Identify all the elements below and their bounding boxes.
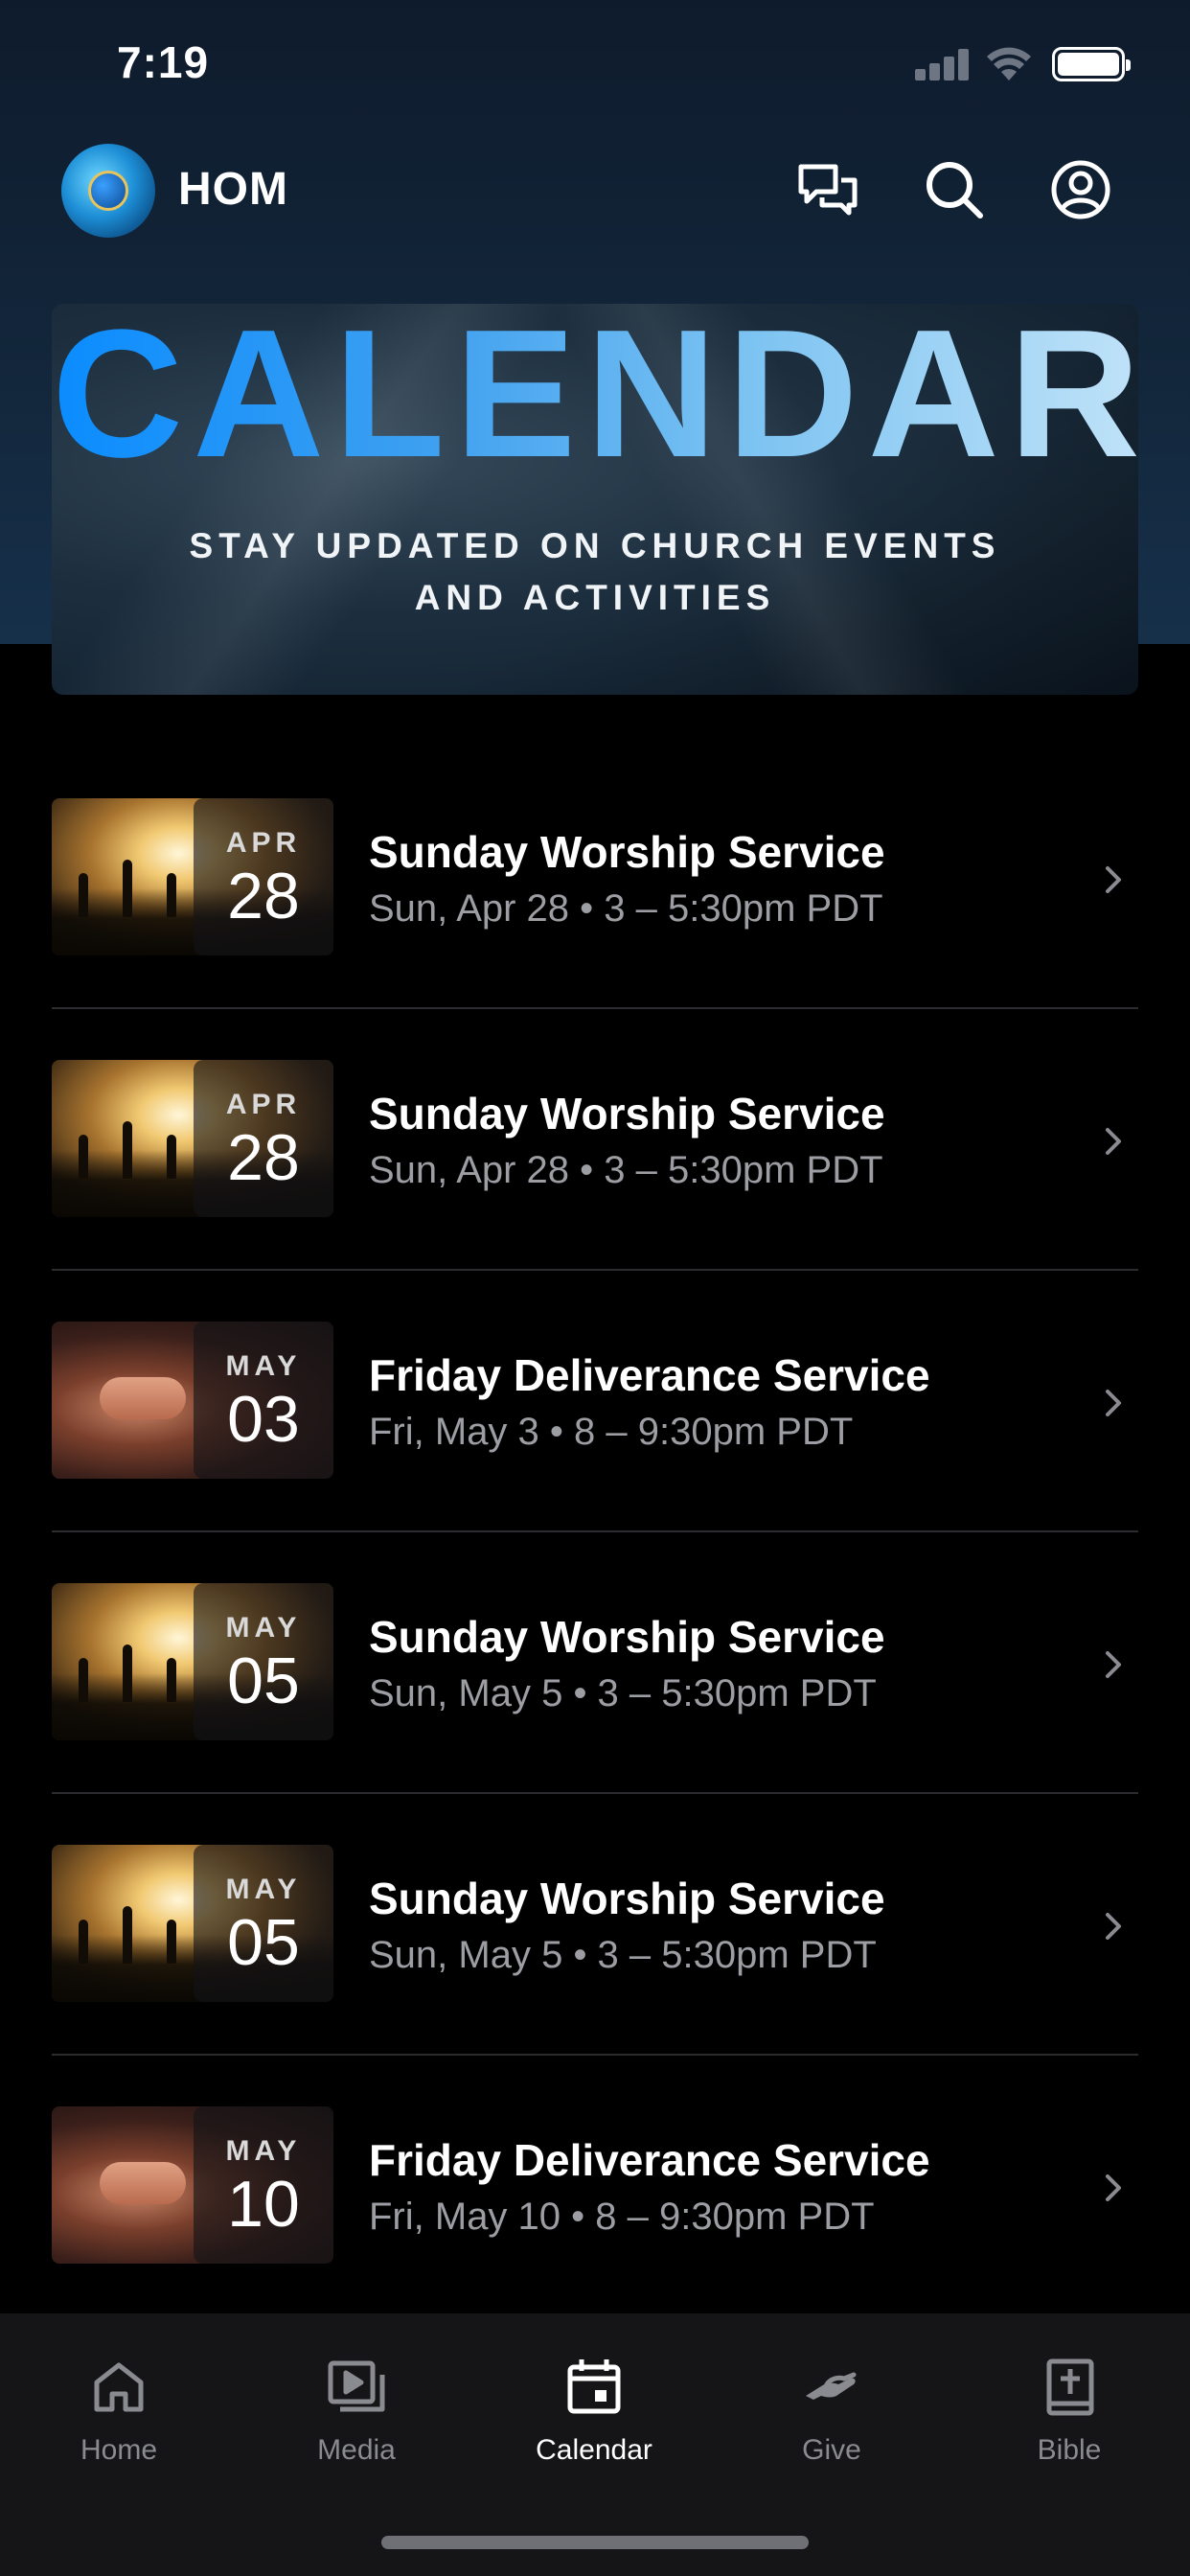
banner-subtitle: STAY UPDATED ON CHURCH EVENTS AND ACTIVI… — [52, 520, 1138, 624]
date-badge: APR 28 — [194, 798, 333, 955]
event-row[interactable]: MAY 05 Sunday Worship Service Sun, May 5… — [52, 1794, 1138, 2056]
app-header: HOM — [0, 134, 1190, 249]
tab-bible[interactable]: Bible — [973, 2356, 1165, 2499]
tab-label: Bible — [1037, 2434, 1102, 2466]
date-day: 10 — [227, 2168, 300, 2241]
event-thumbnail: MAY 10 — [52, 2106, 333, 2264]
chevron-right-icon — [1106, 1913, 1121, 1940]
profile-icon[interactable] — [1044, 153, 1117, 226]
event-row[interactable]: MAY 03 Friday Deliverance Service Fri, M… — [52, 1271, 1138, 1532]
tab-calendar[interactable]: Calendar — [498, 2356, 690, 2499]
chat-icon[interactable] — [791, 153, 864, 226]
event-title: Sunday Worship Service — [369, 1612, 885, 1662]
event-thumbnail: APR 28 — [52, 1060, 333, 1217]
event-row[interactable]: APR 28 Sunday Worship Service Sun, Apr 2… — [52, 1009, 1138, 1271]
event-row[interactable]: APR 28 Sunday Worship Service Sun, Apr 2… — [52, 748, 1138, 1009]
tab-label: Give — [802, 2434, 861, 2466]
tab-home[interactable]: Home — [23, 2356, 215, 2499]
app-name: HOM — [178, 164, 288, 215]
banner-subtitle-line1: STAY UPDATED ON CHURCH EVENTS — [189, 526, 1001, 565]
battery-icon — [1052, 47, 1131, 81]
calendar-icon — [567, 2359, 621, 2414]
date-badge: MAY 05 — [194, 1845, 333, 2002]
tab-label: Calendar — [536, 2434, 652, 2466]
date-day: 28 — [227, 1121, 300, 1194]
event-title: Friday Deliverance Service — [369, 2135, 930, 2185]
event-title: Friday Deliverance Service — [369, 1350, 930, 1400]
home-indicator — [381, 2536, 809, 2549]
event-list: APR 28 Sunday Worship Service Sun, Apr 2… — [52, 748, 1138, 2317]
event-datetime: Sun, Apr 28 • 3 – 5:30pm PDT — [369, 887, 883, 930]
status-time: 7:19 — [117, 37, 210, 87]
event-title: Sunday Worship Service — [369, 827, 885, 877]
status-bar: 7:19 — [0, 0, 1190, 134]
date-badge: MAY 03 — [194, 1322, 333, 1479]
date-month: MAY — [225, 1874, 302, 1905]
date-badge: APR 28 — [194, 1060, 333, 1217]
date-day: 05 — [227, 1644, 300, 1717]
tab-media[interactable]: Media — [261, 2356, 452, 2499]
bible-icon — [1046, 2358, 1094, 2416]
event-thumbnail: MAY 05 — [52, 1845, 333, 2002]
wifi-icon — [987, 47, 1031, 80]
chevron-right-icon — [1106, 1390, 1121, 1416]
event-title: Sunday Worship Service — [369, 1874, 885, 1923]
date-month: MAY — [225, 2135, 302, 2167]
date-day: 03 — [227, 1383, 300, 1456]
tab-give[interactable]: Give — [736, 2356, 927, 2499]
event-datetime: Sun, May 5 • 3 – 5:30pm PDT — [369, 1934, 877, 1976]
banner-subtitle-line2: AND ACTIVITIES — [414, 578, 776, 617]
app-logo[interactable] — [61, 144, 155, 238]
home-icon — [94, 2362, 144, 2412]
cellular-signal-icon — [915, 48, 971, 80]
event-thumbnail: APR 28 — [52, 798, 333, 955]
event-thumbnail: MAY 03 — [52, 1322, 333, 1479]
date-badge: MAY 10 — [194, 2106, 333, 2264]
date-month: APR — [225, 827, 302, 859]
event-row[interactable]: MAY 10 Friday Deliverance Service Fri, M… — [52, 2056, 1138, 2317]
event-row[interactable]: MAY 05 Sunday Worship Service Sun, May 5… — [52, 1532, 1138, 1794]
media-icon — [328, 2360, 385, 2412]
event-datetime: Sun, May 5 • 3 – 5:30pm PDT — [369, 1672, 877, 1714]
event-thumbnail: MAY 05 — [52, 1583, 333, 1740]
tab-label: Home — [80, 2434, 158, 2466]
give-icon — [806, 2372, 857, 2400]
event-datetime: Fri, May 10 • 8 – 9:30pm PDT — [369, 2196, 875, 2238]
date-badge: MAY 05 — [194, 1583, 333, 1740]
date-day: 05 — [227, 1906, 300, 1979]
calendar-banner: CALENDAR STAY UPDATED ON CHURCH EVENTS A… — [52, 304, 1138, 695]
event-title: Sunday Worship Service — [369, 1089, 885, 1138]
search-icon[interactable] — [918, 153, 991, 226]
date-day: 28 — [227, 860, 300, 932]
chevron-right-icon — [1106, 2174, 1121, 2201]
date-month: MAY — [225, 1350, 302, 1382]
chevron-right-icon — [1106, 1128, 1121, 1155]
banner-title: CALENDAR — [52, 304, 1138, 490]
event-datetime: Sun, Apr 28 • 3 – 5:30pm PDT — [369, 1149, 883, 1191]
globe-icon — [88, 171, 128, 211]
date-month: APR — [225, 1089, 302, 1120]
date-month: MAY — [225, 1612, 302, 1644]
event-datetime: Fri, May 3 • 8 – 9:30pm PDT — [369, 1411, 854, 1453]
chevron-right-icon — [1106, 1651, 1121, 1678]
chevron-right-icon — [1106, 866, 1121, 893]
tab-label: Media — [317, 2434, 396, 2466]
